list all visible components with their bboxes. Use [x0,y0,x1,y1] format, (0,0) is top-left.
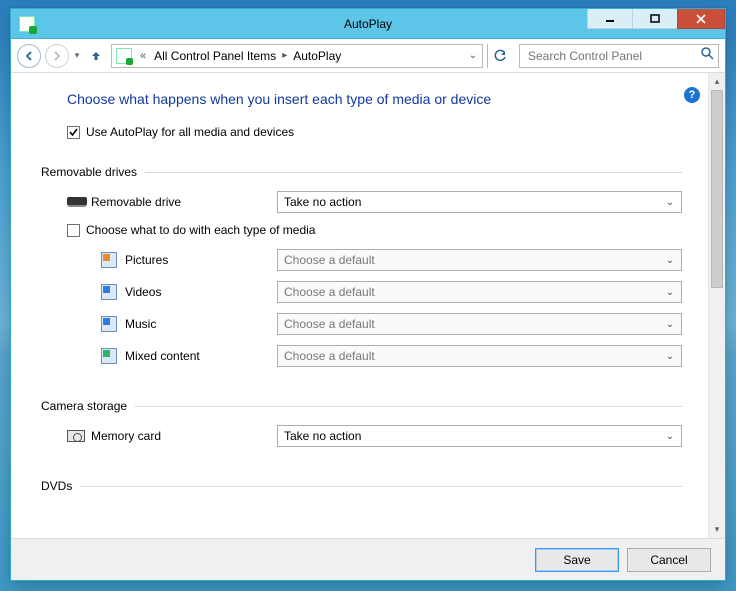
maximize-button[interactable] [632,9,678,29]
history-dropdown-icon[interactable]: ▾ [73,50,81,61]
media-row-music: Music Choose a default ⌄ [101,313,682,335]
scroll-track[interactable] [709,90,725,521]
titlebar: AutoPlay [11,9,725,39]
per-media-label: Choose what to do with each type of medi… [86,223,315,237]
search-input[interactable] [526,48,700,64]
scroll-down-button[interactable]: ▾ [709,521,725,538]
mixed-select[interactable]: Choose a default ⌄ [277,345,682,367]
search-box[interactable] [519,44,719,68]
media-label: Music [125,317,277,331]
videos-select[interactable]: Choose a default ⌄ [277,281,682,303]
removable-drive-row: Removable drive Take no action ⌄ [67,191,682,213]
videos-icon [101,284,117,300]
global-autoplay-checkbox[interactable] [67,126,80,139]
global-autoplay-label: Use AutoPlay for all media and devices [86,125,294,139]
per-media-checkbox[interactable] [67,224,80,237]
section-title: Camera storage [41,399,127,413]
save-button[interactable]: Save [535,548,619,572]
memory-card-select[interactable]: Take no action ⌄ [277,425,682,447]
breadcrumb-current[interactable]: AutoPlay [289,49,345,63]
section-title: Removable drives [41,165,137,179]
media-label: Pictures [125,253,277,267]
music-icon [101,316,117,332]
global-autoplay-checkbox-row: Use AutoPlay for all media and devices [67,125,682,139]
select-value: Choose a default [284,317,375,331]
address-dropdown-icon[interactable]: ⌄ [464,50,482,61]
close-button[interactable] [677,9,725,29]
client-area: ? Choose what happens when you insert ea… [11,73,725,538]
memory-card-icon [67,430,85,442]
footer: Save Cancel [11,538,725,580]
select-value: Take no action [284,195,361,209]
media-row-pictures: Pictures Choose a default ⌄ [101,249,682,271]
media-label: Videos [125,285,277,299]
refresh-button[interactable] [487,44,511,68]
vertical-scrollbar[interactable]: ▴ ▾ [708,73,725,538]
media-row-mixed: Mixed content Choose a default ⌄ [101,345,682,367]
section-dvds: DVDs [41,479,682,493]
pictures-icon [101,252,117,268]
up-button[interactable] [85,45,107,67]
forward-button[interactable] [45,44,69,68]
divider [145,172,682,173]
cancel-button[interactable]: Cancel [627,548,711,572]
control-panel-icon [116,48,132,64]
select-value: Take no action [284,429,361,443]
section-camera-storage: Camera storage [41,399,682,413]
content: ? Choose what happens when you insert ea… [11,73,708,538]
scroll-up-button[interactable]: ▴ [709,73,725,90]
memory-card-row: Memory card Take no action ⌄ [67,425,682,447]
media-row-videos: Videos Choose a default ⌄ [101,281,682,303]
autoplay-window: AutoPlay ▾ « All Control Panel [10,8,726,581]
navbar: ▾ « All Control Panel Items ▸ AutoPlay ⌄ [11,39,725,73]
help-icon[interactable]: ? [684,87,700,103]
chevron-down-icon: ⌄ [661,346,679,366]
media-label: Mixed content [125,349,277,363]
mixed-content-icon [101,348,117,364]
chevron-right-icon: ▸ [280,50,289,61]
minimize-button[interactable] [587,9,633,29]
music-select[interactable]: Choose a default ⌄ [277,313,682,335]
removable-drive-select[interactable]: Take no action ⌄ [277,191,682,213]
select-value: Choose a default [284,285,375,299]
chevron-down-icon: ⌄ [661,314,679,334]
address-bar[interactable]: « All Control Panel Items ▸ AutoPlay ⌄ [111,44,483,68]
select-value: Choose a default [284,349,375,363]
control-panel-icon [19,16,35,32]
page-heading: Choose what happens when you insert each… [67,91,682,107]
memory-card-label: Memory card [91,429,277,443]
window-controls [588,9,725,29]
select-value: Choose a default [284,253,375,267]
chevron-down-icon: ⌄ [661,250,679,270]
section-title: DVDs [41,479,72,493]
scroll-thumb[interactable] [711,90,723,288]
divider [80,486,682,487]
breadcrumb-parent[interactable]: All Control Panel Items [150,49,280,63]
removable-drive-icon [67,197,87,207]
back-button[interactable] [17,44,41,68]
chevron-down-icon: ⌄ [661,192,679,212]
search-icon[interactable] [700,46,714,65]
chevron-down-icon: ⌄ [661,282,679,302]
divider [135,406,682,407]
removable-drive-label: Removable drive [91,195,277,209]
per-media-checkbox-row: Choose what to do with each type of medi… [67,223,682,237]
breadcrumb-overflow-icon[interactable]: « [136,50,150,62]
section-removable-drives: Removable drives [41,165,682,179]
pictures-select[interactable]: Choose a default ⌄ [277,249,682,271]
chevron-down-icon: ⌄ [661,426,679,446]
